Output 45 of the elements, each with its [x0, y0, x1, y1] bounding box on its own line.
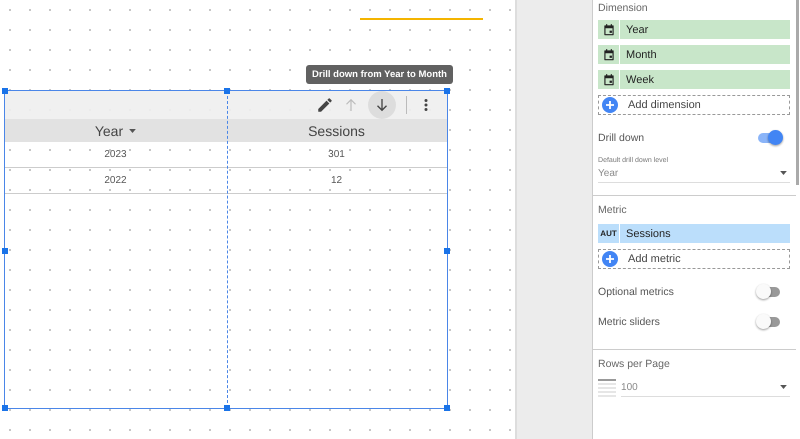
- section-title: Rows per Page: [598, 357, 671, 372]
- section-title: Metric: [598, 203, 628, 218]
- add-metric-button[interactable]: Add metric: [598, 249, 790, 269]
- add-dimension-button[interactable]: Add dimension: [598, 95, 790, 115]
- column-header[interactable]: Year: [5, 119, 226, 142]
- resize-handle[interactable]: [2, 405, 8, 411]
- table-cell: 2023: [104, 149, 127, 160]
- caret-icon: [780, 171, 788, 175]
- resize-handle[interactable]: [2, 248, 8, 254]
- sort-caret-icon: [129, 128, 136, 132]
- resize-handle[interactable]: [444, 405, 450, 411]
- toggle-switch[interactable]: [758, 317, 780, 327]
- toggle-label: Metric sliders: [598, 316, 660, 328]
- pencil-icon[interactable]: [316, 96, 334, 114]
- plus-icon: [602, 251, 618, 267]
- column-header[interactable]: Sessions: [226, 119, 447, 142]
- resize-handle[interactable]: [2, 88, 8, 94]
- drill-down-button[interactable]: [368, 91, 396, 119]
- rows-select[interactable]: 100: [621, 378, 790, 397]
- table-cell: 301: [328, 149, 345, 160]
- table-cell: 12: [330, 175, 342, 186]
- toggle-label: Optional metrics: [598, 286, 674, 298]
- caret-icon: [780, 385, 788, 389]
- table-cell: 2022: [104, 175, 127, 186]
- toggle-switch[interactable]: [758, 133, 780, 143]
- tooltip: Drill down from Year to Month: [306, 65, 453, 84]
- plus-icon: [602, 97, 618, 113]
- section-title: Dimension: [598, 1, 649, 16]
- rows-icon: [598, 378, 616, 396]
- toggle-switch[interactable]: [758, 287, 780, 297]
- resize-handle[interactable]: [444, 248, 450, 254]
- calendar-icon: [602, 72, 616, 86]
- calendar-icon: [602, 22, 616, 36]
- resize-handle[interactable]: [224, 88, 230, 94]
- level-select[interactable]: Year: [598, 164, 790, 183]
- dimension-chip[interactable]: Month: [598, 45, 790, 64]
- resize-handle[interactable]: [444, 88, 450, 94]
- calendar-icon: [602, 48, 616, 62]
- dimension-chip[interactable]: Week: [598, 70, 790, 89]
- metric-chip[interactable]: AUT Sessions: [598, 224, 790, 243]
- scrollbar-thumb[interactable]: [796, 0, 800, 185]
- dimension-chip[interactable]: Year: [598, 20, 790, 39]
- aggregation-badge: AUT: [598, 224, 620, 243]
- resize-handle[interactable]: [224, 405, 230, 411]
- toggle-label: Drill down: [598, 132, 644, 144]
